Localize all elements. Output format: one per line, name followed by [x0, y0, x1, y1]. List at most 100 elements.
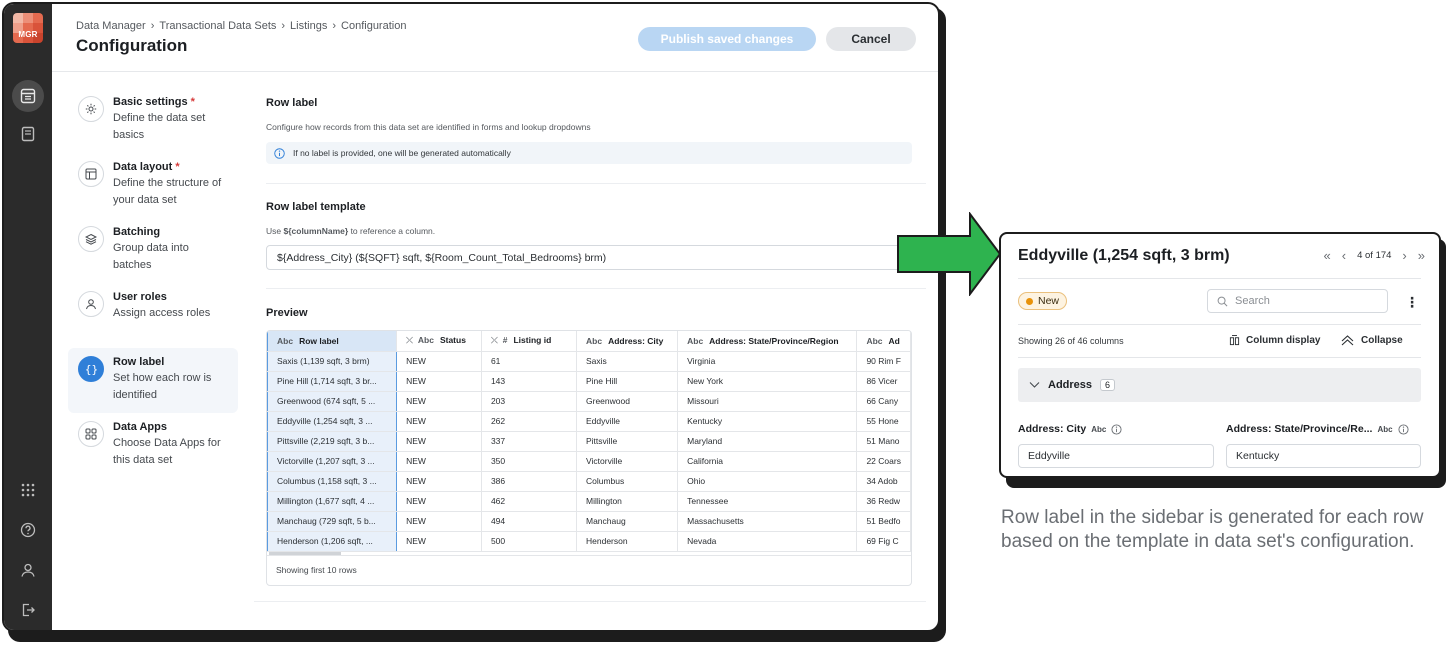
city-value: Eddyville	[1028, 450, 1071, 462]
hidden-column-icon: ⤫	[490, 335, 498, 346]
table-cell: NEW	[396, 511, 482, 532]
column-header[interactable]: Abc Ad	[856, 331, 911, 352]
logo-tile	[13, 13, 23, 23]
group-name: Address	[1048, 379, 1093, 391]
info-notice: If no label is provided, one will be gen…	[266, 142, 912, 164]
city-field[interactable]: Eddyville	[1018, 444, 1214, 468]
record-sidebar: Eddyville (1,254 sqft, 3 brm) « ‹ 4 of 1…	[999, 232, 1441, 478]
logo-text: MGR	[18, 30, 38, 39]
preview-title: Preview	[266, 307, 308, 319]
column-display-button[interactable]: Column display	[1229, 335, 1320, 346]
type-indicator: Abc	[1091, 424, 1107, 434]
table-cell: Victorville (1,207 sqft, 3 ...	[267, 451, 398, 472]
step-description: Set how each row is identified	[113, 372, 212, 401]
address-group-header[interactable]: Address 6	[1018, 368, 1421, 402]
hidden-column-icon: ⤫	[406, 335, 413, 346]
breadcrumb-item[interactable]: Transactional Data Sets	[159, 20, 276, 32]
table-cell: Pittsville (2,219 sqft, 3 b...	[267, 431, 398, 452]
next-page-icon[interactable]: ›	[1402, 248, 1406, 263]
logout-icon[interactable]	[12, 594, 44, 626]
search-placeholder: Search	[1235, 295, 1270, 307]
search-icon	[1217, 296, 1228, 306]
type-indicator: Abc	[687, 335, 704, 346]
table-cell: Columbus	[576, 471, 679, 492]
record-pager: « ‹ 4 of 174 › »	[1324, 248, 1426, 263]
green-arrow	[897, 212, 1002, 296]
table-cell: NEW	[396, 451, 482, 472]
state-value: Kentucky	[1236, 450, 1280, 462]
layout-icon	[78, 161, 104, 187]
column-header[interactable]: ⤫ # Listing id	[481, 331, 578, 352]
table-cell: Greenwood	[576, 391, 679, 412]
table-cell: 494	[481, 511, 578, 532]
more-options-icon[interactable]: ⋮	[1405, 294, 1419, 311]
column-header[interactable]: Abc Row label	[267, 331, 398, 352]
step-title-text: Data layout	[113, 161, 173, 173]
step-row-label[interactable]: {} Row label Set how each row is identifi…	[68, 348, 238, 413]
search-input[interactable]: Search	[1207, 289, 1388, 313]
info-icon[interactable]	[1398, 423, 1409, 435]
step-data-apps[interactable]: Data Apps Choose Data Apps for this data…	[68, 413, 238, 478]
breadcrumb-item[interactable]: Listings	[290, 20, 327, 32]
state-field[interactable]: Kentucky	[1226, 444, 1421, 468]
table-cell: Saxis	[576, 351, 679, 372]
table-row: Henderson (1,206 sqft, ... NEW 500 Henderso…	[267, 531, 911, 552]
table-footer: Showing first 10 rows	[267, 554, 911, 585]
field-label-state: Address: State/Province/Re... Abc	[1226, 423, 1409, 435]
collapse-button[interactable]: Collapse	[1341, 335, 1403, 346]
table-cell: Manchaug	[576, 511, 679, 532]
user-icon	[78, 291, 104, 317]
table-cell: NEW	[396, 411, 482, 432]
table-cell: Saxis (1,139 sqft, 3 brm)	[267, 351, 398, 372]
step-batching[interactable]: Batching Group data into batches	[68, 218, 238, 283]
table-cell: 500	[481, 531, 578, 552]
field-label-text: Address: City	[1018, 423, 1087, 435]
row-label-template-input[interactable]: ${Address_City} (${SQFT} sqft, ${Room_Co…	[266, 245, 926, 270]
column-header[interactable]: ⤫ Abc Status	[396, 331, 482, 352]
step-title-text: Batching	[113, 226, 161, 238]
required-marker: *	[175, 161, 180, 173]
type-indicator: Abc	[277, 335, 294, 346]
first-page-icon[interactable]: «	[1324, 248, 1331, 263]
table-cell: Maryland	[677, 431, 858, 452]
hint-code: ${columnName}	[283, 226, 349, 236]
group-count: 6	[1100, 379, 1116, 391]
step-data-layout[interactable]: Data layout * Define the structure of you…	[68, 153, 238, 218]
table-cell: Massachusetts	[677, 511, 858, 532]
table-row: Manchaug (729 sqft, 5 b... NEW 494 Manchaug…	[267, 511, 911, 532]
column-header[interactable]: Abc Address: City	[576, 331, 679, 352]
table-row: Pine Hill (1,714 sqft, 3 br... NEW 143 Pine…	[267, 371, 911, 392]
divider	[266, 288, 926, 289]
breadcrumb: Data Manager › Transactional Data Sets › Lis…	[76, 20, 406, 32]
divider	[1018, 324, 1421, 325]
collapse-icon	[1341, 335, 1354, 346]
table-cell: 61	[481, 351, 578, 372]
nav-rail: MGR	[4, 4, 52, 630]
table-cell: Missouri	[677, 391, 858, 412]
step-basic-settings[interactable]: Basic settings * Define the data set basi…	[68, 88, 238, 153]
divider	[1018, 357, 1421, 358]
breadcrumb-item: Configuration	[341, 20, 407, 32]
prev-page-icon[interactable]: ‹	[1342, 248, 1346, 263]
table-cell: Eddyville	[576, 411, 679, 432]
table-cell: Kentucky	[677, 411, 858, 432]
data-manager-icon[interactable]	[12, 80, 44, 112]
publish-button[interactable]: Publish saved changes	[638, 27, 816, 51]
step-user-roles[interactable]: User roles Assign access roles	[68, 283, 238, 348]
cancel-button[interactable]: Cancel	[826, 27, 916, 51]
step-title: Row label	[113, 356, 230, 368]
info-icon[interactable]	[1111, 423, 1122, 435]
profile-icon[interactable]	[12, 554, 44, 586]
app-grid-icon[interactable]	[12, 474, 44, 506]
forms-icon[interactable]	[12, 118, 44, 150]
table-cell: NEW	[396, 351, 482, 372]
table-row: Saxis (1,139 sqft, 3 brm) NEW 61 Saxis Virgi…	[267, 351, 911, 372]
breadcrumb-item[interactable]: Data Manager	[76, 20, 146, 32]
last-page-icon[interactable]: »	[1418, 248, 1425, 263]
help-icon[interactable]	[12, 514, 44, 546]
column-header[interactable]: Abc Address: State/Province/Region	[677, 331, 858, 352]
table-cell: 36 Redw	[856, 491, 911, 512]
logo-tile	[33, 13, 43, 23]
table-cell: 22 Coars	[856, 451, 911, 472]
step-title: Basic settings *	[113, 96, 230, 108]
